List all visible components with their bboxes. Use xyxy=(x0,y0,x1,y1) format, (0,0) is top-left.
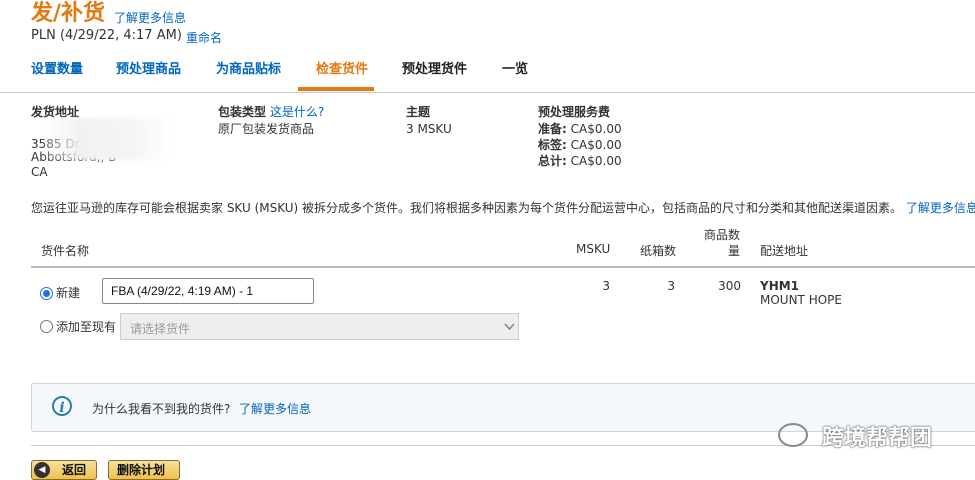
total-fee-row: 总计: CA$0.00 xyxy=(538,153,622,169)
shipment-name-input[interactable] xyxy=(102,278,314,304)
tab-prepare-shipment[interactable]: 预处理货件 xyxy=(402,61,467,79)
split-notice: 您运往亚马逊的库存可能会根据卖家 SKU (MSKU) 被拆分成多个货件。我们将… xyxy=(31,199,975,216)
row-units: 300 xyxy=(718,279,741,293)
back-button-label: 返回 xyxy=(62,463,87,477)
notice-learn-more-link[interactable]: 了解更多信息 xyxy=(906,201,975,215)
wechat-icon xyxy=(778,423,808,447)
existing-shipment-select[interactable]: 请选择货件 xyxy=(120,313,519,340)
new-shipment-label: 新建 xyxy=(56,286,81,300)
col-msku: MSKU xyxy=(576,242,611,256)
existing-shipment-radio[interactable] xyxy=(40,320,53,333)
packing-type-value: 原厂包装发货商品 xyxy=(218,122,315,136)
total-fee-name: 总计: xyxy=(538,154,567,168)
back-button[interactable]: ◀ 返回 xyxy=(31,460,97,480)
page-title: 发/补货 xyxy=(31,1,106,26)
col-units-line1: 商品数 xyxy=(704,228,741,242)
prep-fee-amount: CA$0.00 xyxy=(570,122,622,136)
contents-value: 3 MSKU xyxy=(406,122,452,136)
packing-type-label: 包装类型 xyxy=(218,105,267,119)
row-boxes: 3 xyxy=(667,279,675,293)
tab-set-quantity[interactable]: 设置数量 xyxy=(31,61,83,79)
rename-link[interactable]: 重命名 xyxy=(186,29,222,46)
prep-fee-row: 准备: CA$0.00 xyxy=(538,121,622,137)
contents-label: 主题 xyxy=(406,105,431,119)
whats-this-link[interactable]: 这是什么? xyxy=(270,105,324,119)
tab-label-products[interactable]: 为商品贴标 xyxy=(216,61,281,79)
workflow-tabs: 设置数量 预处理商品 为商品贴标 检查货件 预处理货件 一览 xyxy=(0,55,975,93)
col-boxes: 纸箱数 xyxy=(640,244,677,258)
info-icon: i xyxy=(52,396,72,416)
row-msku: 3 xyxy=(602,279,610,293)
delete-plan-label: 删除计划 xyxy=(117,463,166,477)
col-units-line2: 量 xyxy=(728,244,741,258)
col-shipment-name: 货件名称 xyxy=(41,244,90,258)
prep-fees-label: 预处理服务费 xyxy=(538,105,611,119)
new-shipment-radio[interactable] xyxy=(40,287,53,300)
split-notice-text: 您运往亚马逊的库存可能会根据卖家 SKU (MSKU) 被拆分成多个货件。我们将… xyxy=(31,201,903,215)
select-placeholder: 请选择货件 xyxy=(130,322,191,336)
prep-fee-name: 准备: xyxy=(538,122,567,136)
delete-plan-button[interactable]: 删除计划 xyxy=(108,460,180,480)
plan-name: PLN (4/29/22, 4:17 AM) xyxy=(31,28,182,43)
info-question: 为什么我看不到我的货件? xyxy=(92,402,231,416)
watermark: 跨境帮帮团 xyxy=(778,420,932,452)
col-ship-to: 配送地址 xyxy=(760,244,809,258)
active-tab-indicator xyxy=(298,87,374,91)
learn-more-link[interactable]: 了解更多信息 xyxy=(114,9,186,26)
info-learn-more-link[interactable]: 了解更多信息 xyxy=(239,400,311,417)
total-fee-amount: CA$0.00 xyxy=(570,154,622,168)
fc-code: YHM1 xyxy=(760,279,800,293)
ship-from-line4: CA xyxy=(31,165,48,179)
tab-review-shipments[interactable]: 检查货件 xyxy=(316,61,368,79)
label-fee-row: 标签: CA$0.00 xyxy=(538,137,622,153)
packing-type: 包装类型 这是什么? xyxy=(218,103,324,120)
label-fee-name: 标签: xyxy=(538,138,567,152)
shipments-table-header: 货件名称 MSKU 纸箱数 商品数 量 配送地址 xyxy=(31,222,975,268)
redaction-blur xyxy=(44,118,174,160)
back-arrow-icon: ◀ xyxy=(34,462,50,478)
existing-shipment-label: 添加至现有 xyxy=(56,320,117,334)
tab-summary[interactable]: 一览 xyxy=(502,61,528,79)
fc-city: MOUNT HOPE xyxy=(760,293,842,307)
chevron-down-icon xyxy=(504,323,515,331)
tab-prepare-products[interactable]: 预处理商品 xyxy=(116,61,181,79)
label-fee-amount: CA$0.00 xyxy=(570,138,622,152)
